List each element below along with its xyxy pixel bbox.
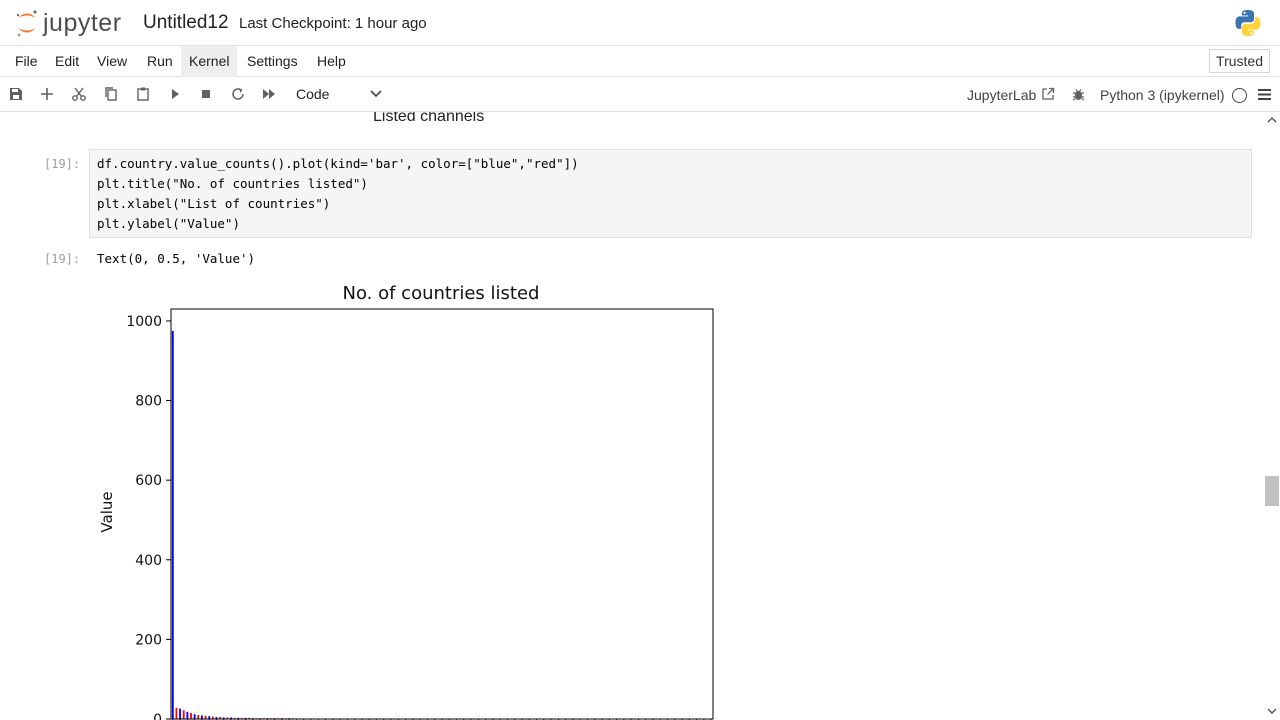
menu-kernel[interactable]: Kernel	[181, 46, 238, 77]
scroll-up-arrow-icon[interactable]	[1267, 115, 1277, 125]
code-cell-editor[interactable]: df.country.value_counts().plot(kind='bar…	[89, 149, 1252, 238]
logo-text: jupyter	[43, 8, 122, 37]
bar	[171, 330, 174, 719]
clipboard-icon	[137, 87, 149, 101]
copy-icon	[105, 87, 117, 101]
y-tick-label: 200	[135, 632, 162, 648]
scrollbar-thumb[interactable]	[1265, 476, 1279, 506]
jupyter-logo-icon	[16, 10, 37, 37]
jupyterlab-link[interactable]: JupyterLab	[967, 87, 1036, 103]
chart-title: No. of countries listed	[343, 283, 540, 304]
copy-button[interactable]	[102, 85, 120, 103]
kernel-status-icon	[1232, 88, 1247, 103]
y-tick-label: 0	[153, 712, 162, 720]
cut-button[interactable]	[70, 85, 88, 103]
restart-button[interactable]	[229, 85, 247, 103]
output-text: Text(0, 0.5, 'Value')	[97, 251, 256, 266]
chevron-down-icon	[370, 90, 382, 98]
stop-icon	[202, 90, 210, 98]
menu-bar: File Edit View Run Kernel Settings Help …	[0, 46, 1280, 77]
code-line-2: plt.title("No. of countries listed")	[97, 176, 368, 191]
menu-settings[interactable]: Settings	[239, 46, 306, 77]
menu-edit[interactable]: Edit	[47, 46, 87, 77]
cell-type-value: Code	[296, 86, 330, 102]
paste-button[interactable]	[134, 85, 152, 103]
play-icon	[172, 89, 179, 99]
interrupt-button[interactable]	[197, 85, 215, 103]
restart-run-all-button[interactable]	[260, 85, 278, 103]
y-tick-label: 800	[135, 394, 162, 410]
top-header: jupyter Untitled12 Last Checkpoint: 1 ho…	[0, 0, 1280, 46]
plus-icon	[41, 88, 53, 100]
notebook-title[interactable]: Untitled12	[143, 12, 229, 34]
bar-chart: No. of countries listed Value 0 200 400 600…	[98, 283, 714, 720]
notebook-toolbar: Code JupyterLab Python 3 (ipykernel)	[0, 77, 1280, 112]
save-icon	[10, 88, 22, 100]
menu-file[interactable]: File	[7, 46, 46, 77]
notebook-panel: Listed channels [19]: df.country.value_c…	[0, 112, 1264, 720]
plot-area-frame	[170, 308, 714, 720]
debugger-bug-icon[interactable]	[1071, 87, 1086, 102]
scroll-down-arrow-icon[interactable]	[1267, 706, 1277, 716]
cell-type-select[interactable]: Code	[290, 83, 386, 105]
input-prompt: [19]:	[44, 157, 81, 171]
bar	[197, 715, 200, 719]
external-link-icon[interactable]	[1041, 87, 1055, 101]
bar	[182, 710, 185, 719]
bar	[201, 715, 203, 719]
y-axis-ticks: 0 200 400 600 800 1000	[126, 314, 171, 720]
run-button[interactable]	[166, 85, 184, 103]
code-line-1: df.country.value_counts().plot(kind='bar…	[97, 156, 579, 171]
y-tick-label: 1000	[126, 314, 162, 330]
bar	[186, 711, 189, 719]
bar	[190, 713, 192, 719]
code-line-4: plt.ylabel("Value")	[97, 216, 240, 231]
menu-view[interactable]: View	[89, 46, 135, 77]
bar	[175, 707, 178, 719]
insert-cell-button[interactable]	[38, 85, 56, 103]
checkpoint-status: Last Checkpoint: 1 hour ago	[239, 15, 427, 32]
menu-run[interactable]: Run	[139, 46, 181, 77]
vertical-scrollbar[interactable]	[1264, 112, 1280, 720]
y-tick-label: 600	[135, 473, 162, 489]
menu-help[interactable]: Help	[309, 46, 354, 77]
previous-output-text: Listed channels	[373, 112, 485, 125]
trusted-indicator[interactable]: Trusted	[1209, 49, 1270, 73]
bar	[193, 714, 196, 719]
menu-icon[interactable]	[1258, 88, 1271, 101]
bar	[179, 708, 182, 719]
output-prompt: [19]:	[44, 252, 81, 266]
code-line-3: plt.xlabel("List of countries")	[97, 196, 331, 211]
chart-bars	[171, 330, 713, 719]
python-logo-icon	[1235, 10, 1261, 36]
scissors-icon	[72, 87, 86, 101]
fast-forward-icon	[263, 89, 275, 99]
chart-ylabel: Value	[98, 491, 116, 532]
save-button[interactable]	[7, 85, 25, 103]
refresh-icon	[232, 88, 244, 100]
y-tick-label: 400	[135, 553, 162, 569]
kernel-name[interactable]: Python 3 (ipykernel)	[1100, 87, 1225, 103]
jupyter-logo[interactable]: jupyter	[14, 6, 134, 40]
